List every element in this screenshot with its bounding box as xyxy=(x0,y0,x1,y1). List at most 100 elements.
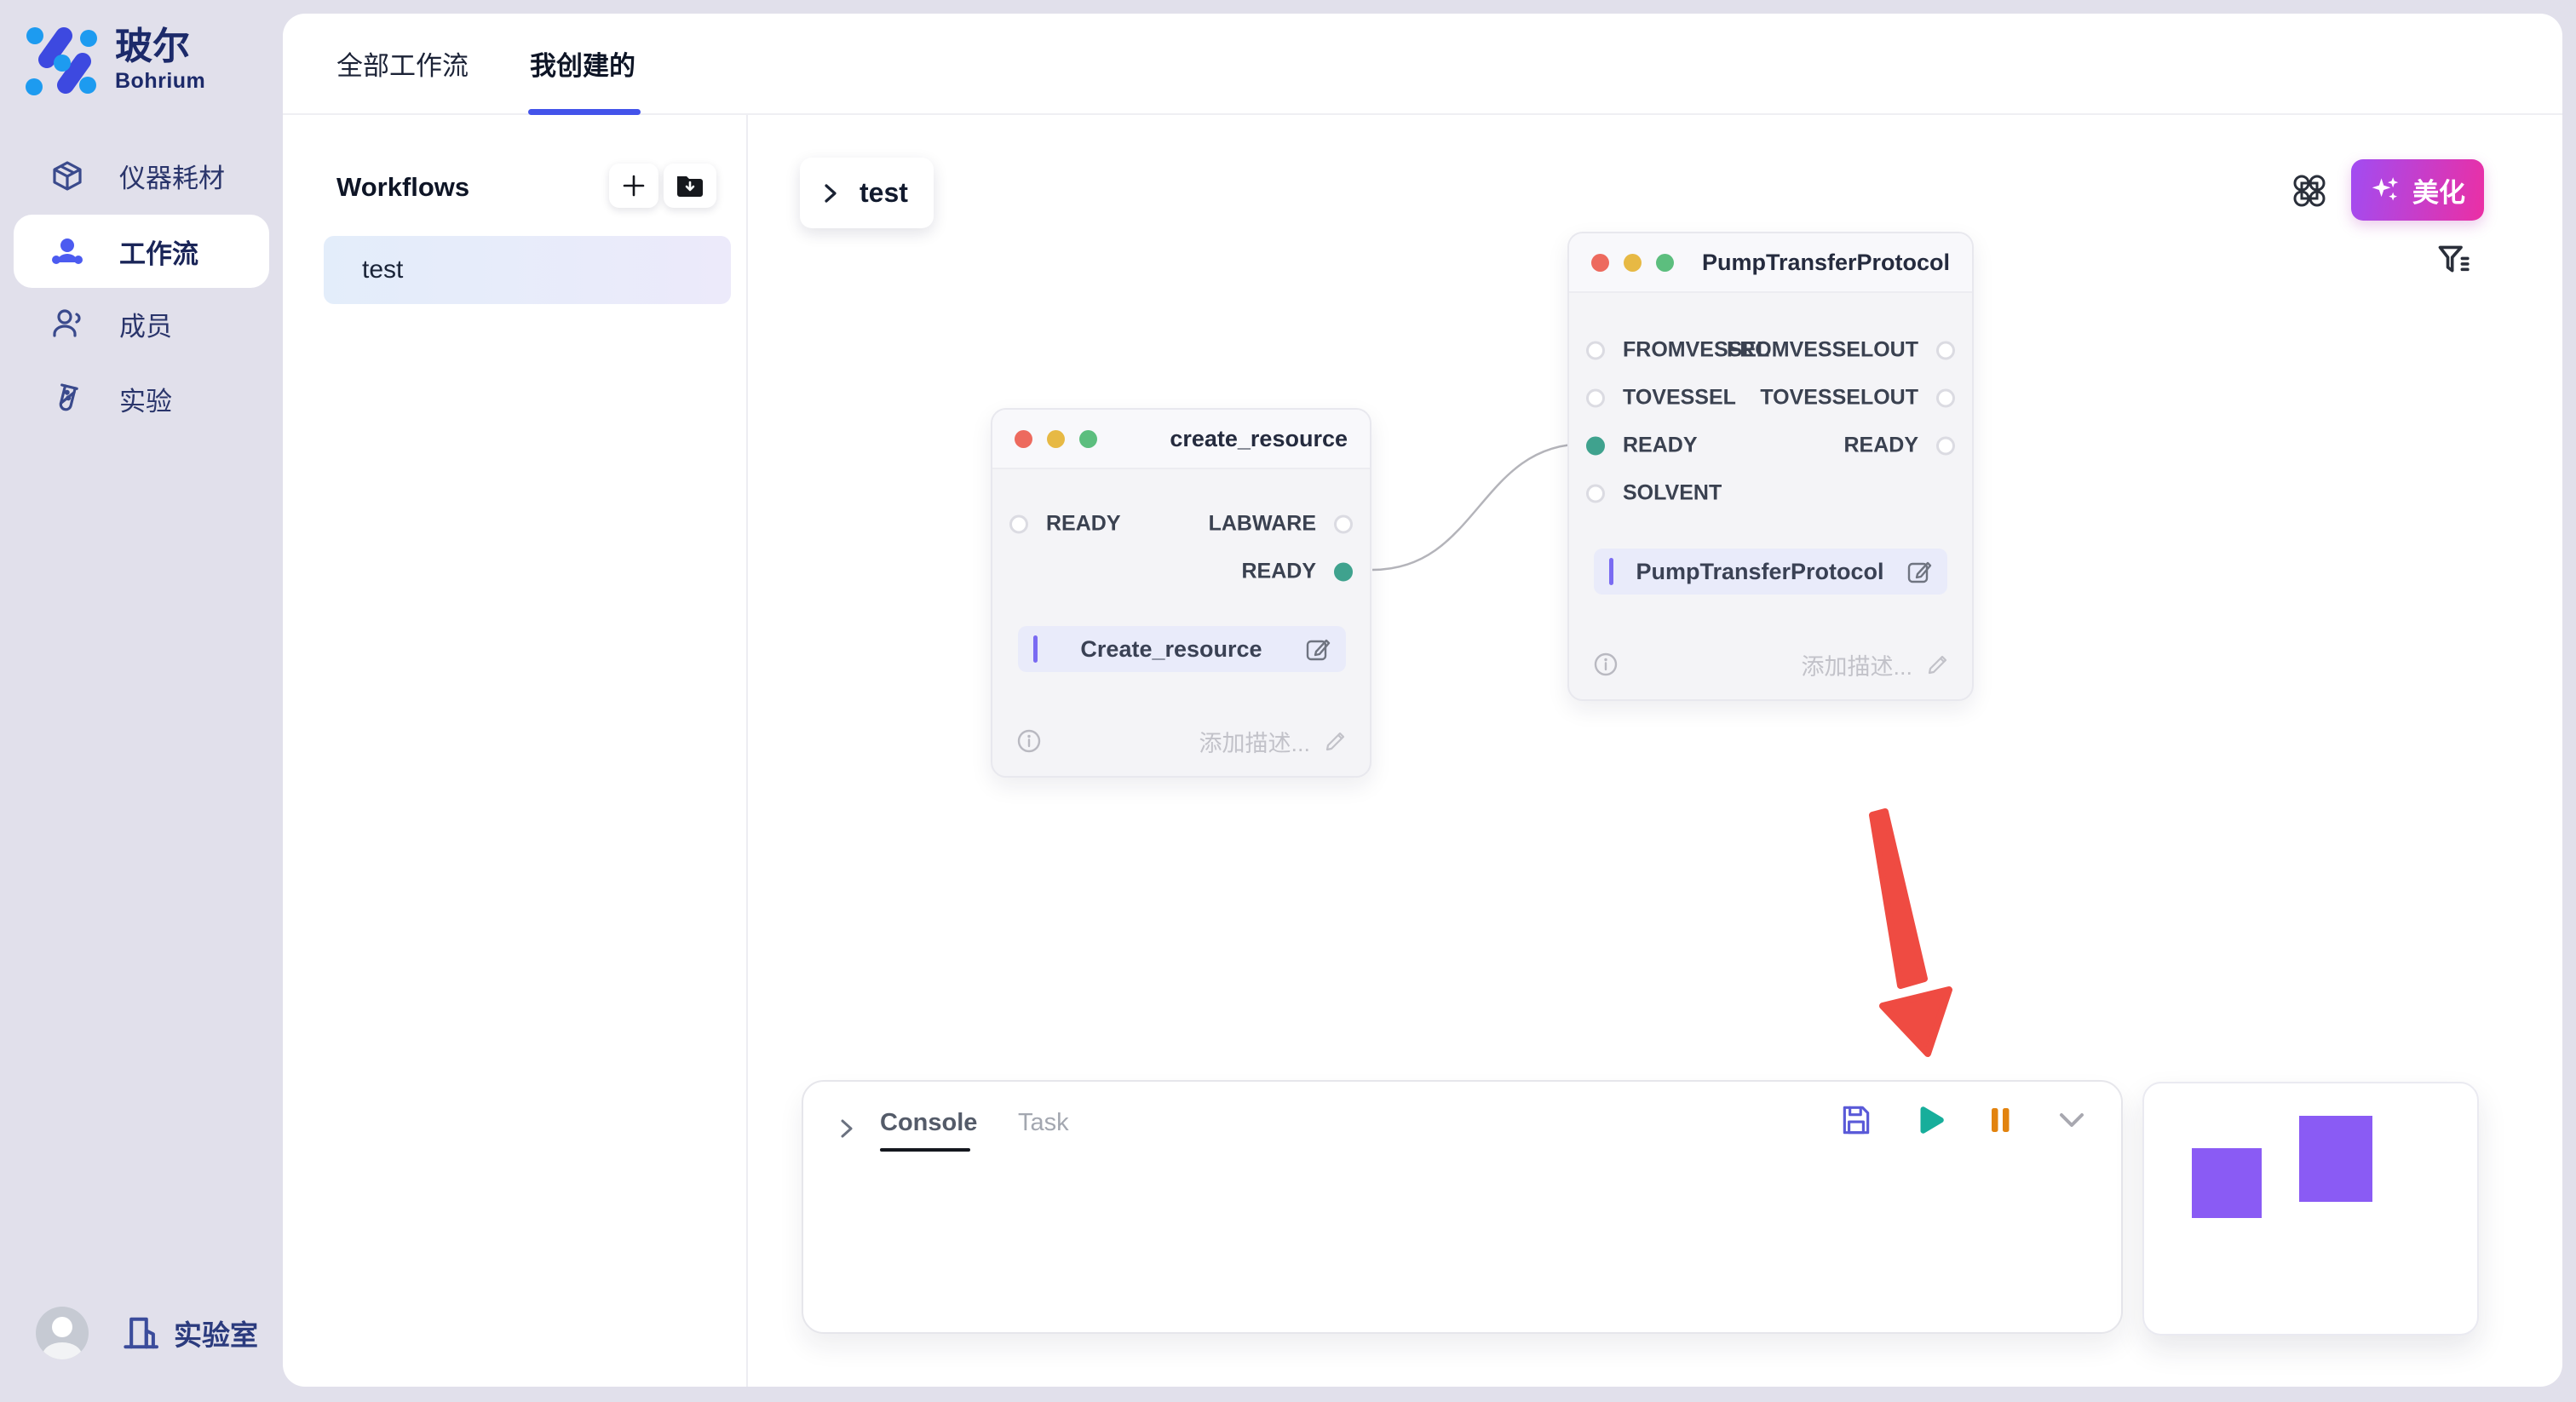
port-label: LABWARE xyxy=(1209,512,1316,537)
console-actions xyxy=(1838,1102,2090,1138)
building-icon xyxy=(121,1313,160,1353)
import-folder-icon xyxy=(675,172,705,199)
user-avatar[interactable] xyxy=(36,1307,89,1359)
workflow-list-item[interactable]: test xyxy=(324,236,731,304)
pill-label: Create_resource xyxy=(1038,636,1305,663)
node-action-pill[interactable]: Create_resource xyxy=(1018,626,1346,672)
workspace-label: 实验室 xyxy=(174,1313,258,1353)
port-label: TOVESSELOUT xyxy=(1760,386,1918,411)
dot-yellow-icon[interactable] xyxy=(1047,430,1065,448)
sidebar: 玻尔 Bohrium 仪器耗材 工作流 xyxy=(0,0,283,1402)
node-pump-transfer-protocol[interactable]: PumpTransferProtocol FROMVESSEL TOVESSEL… xyxy=(1567,232,1974,701)
save-button[interactable] xyxy=(1838,1102,1874,1138)
sidebar-item-workflows[interactable]: 工作流 xyxy=(14,215,269,288)
brand-name-en: Bohrium xyxy=(115,69,205,94)
tab-all-workflows[interactable]: 全部工作流 xyxy=(336,14,469,113)
port-handle[interactable] xyxy=(1586,436,1605,455)
node-title: create_resource xyxy=(1170,426,1348,452)
port-handle[interactable] xyxy=(1936,388,1955,407)
port-handle[interactable] xyxy=(1936,436,1955,455)
filter-button[interactable] xyxy=(2435,242,2472,279)
info-icon[interactable] xyxy=(1016,728,1042,754)
input-port-tovessel: TOVESSEL xyxy=(1586,386,1736,411)
add-workflow-button[interactable] xyxy=(609,164,658,208)
port-handle[interactable] xyxy=(1936,341,1955,359)
minimap-node xyxy=(2299,1116,2372,1202)
port-label: TOVESSEL xyxy=(1623,386,1736,411)
sidebar-item-label: 成员 xyxy=(119,305,172,343)
sidebar-item-label: 仪器耗材 xyxy=(119,157,225,195)
panel-divider xyxy=(746,115,748,1387)
workspace-switcher[interactable]: 实验室 xyxy=(121,1313,258,1353)
port-label: FROMVESSELOUT xyxy=(1727,338,1918,363)
input-port-solvent: SOLVENT xyxy=(1586,481,1722,506)
console-panel: Console Task xyxy=(802,1080,2123,1334)
active-tab-underline xyxy=(528,109,641,115)
sidebar-item-members[interactable]: 成员 xyxy=(14,287,269,360)
sidebar-item-label: 实验 xyxy=(119,380,172,418)
sidebar-item-experiments[interactable]: 实验 xyxy=(14,362,269,435)
dot-green-icon[interactable] xyxy=(1079,430,1097,448)
dot-red-icon[interactable] xyxy=(1015,430,1032,448)
sidebar-footer: 实验室 xyxy=(36,1307,258,1359)
node-header: create_resource xyxy=(992,410,1370,469)
info-icon[interactable] xyxy=(1593,652,1619,677)
port-handle[interactable] xyxy=(1334,514,1353,533)
red-arrow-annotation xyxy=(1872,812,1949,1054)
brand-logo[interactable]: 玻尔 Bohrium xyxy=(25,26,205,95)
sparkles-icon xyxy=(2370,174,2402,206)
node-create-resource[interactable]: create_resource READY LABWARE READY Crea… xyxy=(991,408,1371,778)
bohrium-logo-icon xyxy=(25,26,100,95)
port-handle[interactable] xyxy=(1586,341,1605,359)
port-label: SOLVENT xyxy=(1623,481,1722,506)
dot-yellow-icon[interactable] xyxy=(1624,254,1642,272)
tab-my-created[interactable]: 我创建的 xyxy=(530,14,635,113)
edit-icon[interactable] xyxy=(1305,636,1331,662)
run-button[interactable] xyxy=(1912,1102,1947,1138)
run-icon xyxy=(1912,1102,1947,1138)
output-port-labware: LABWARE xyxy=(1209,512,1353,537)
pencil-icon[interactable] xyxy=(1324,729,1348,753)
pause-icon xyxy=(1985,1102,2015,1138)
beautify-label: 美化 xyxy=(2412,171,2465,210)
port-label: READY xyxy=(1623,434,1698,458)
command-palette-button[interactable] xyxy=(2290,171,2329,210)
description-placeholder[interactable]: 添加描述... xyxy=(1801,648,1912,681)
sidebar-item-label: 工作流 xyxy=(119,233,198,271)
dot-green-icon[interactable] xyxy=(1656,254,1674,272)
pause-button[interactable] xyxy=(1985,1102,2015,1138)
sidebar-item-instruments[interactable]: 仪器耗材 xyxy=(14,139,269,212)
breadcrumb-label: test xyxy=(860,177,908,209)
port-handle[interactable] xyxy=(1586,388,1605,407)
output-port-ready: READY xyxy=(1241,560,1353,584)
node-action-pill[interactable]: PumpTransferProtocol xyxy=(1594,549,1947,595)
breadcrumb[interactable]: test xyxy=(800,158,934,228)
console-expand-icon[interactable] xyxy=(836,1114,858,1147)
tab-task[interactable]: Task xyxy=(1018,1109,1069,1137)
node-title: PumpTransferProtocol xyxy=(1702,250,1950,276)
edit-icon[interactable] xyxy=(1906,559,1932,584)
port-label: READY xyxy=(1843,434,1918,458)
output-port-ready: READY xyxy=(1843,434,1955,458)
port-handle[interactable] xyxy=(1586,484,1605,503)
command-icon xyxy=(2290,171,2329,210)
minimap[interactable] xyxy=(2142,1082,2479,1336)
tab-console[interactable]: Console xyxy=(880,1109,977,1137)
beautify-button[interactable]: 美化 xyxy=(2351,159,2484,221)
box-icon xyxy=(51,159,83,192)
collapse-button[interactable] xyxy=(2053,1102,2090,1138)
filter-icon xyxy=(2435,242,2472,279)
import-folder-button[interactable] xyxy=(664,164,716,208)
plus-icon xyxy=(619,171,648,200)
input-port-ready: READY xyxy=(1009,512,1121,537)
port-handle[interactable] xyxy=(1334,562,1353,581)
chevron-right-icon xyxy=(820,180,841,207)
output-port-fromvesselout: FROMVESSELOUT xyxy=(1727,338,1955,363)
port-handle[interactable] xyxy=(1009,514,1028,533)
port-label: READY xyxy=(1046,512,1121,537)
members-icon xyxy=(51,307,83,340)
description-placeholder[interactable]: 添加描述... xyxy=(1199,725,1310,758)
dot-red-icon[interactable] xyxy=(1591,254,1609,272)
workflow-item-name: test xyxy=(362,256,403,284)
pencil-icon[interactable] xyxy=(1926,652,1950,676)
